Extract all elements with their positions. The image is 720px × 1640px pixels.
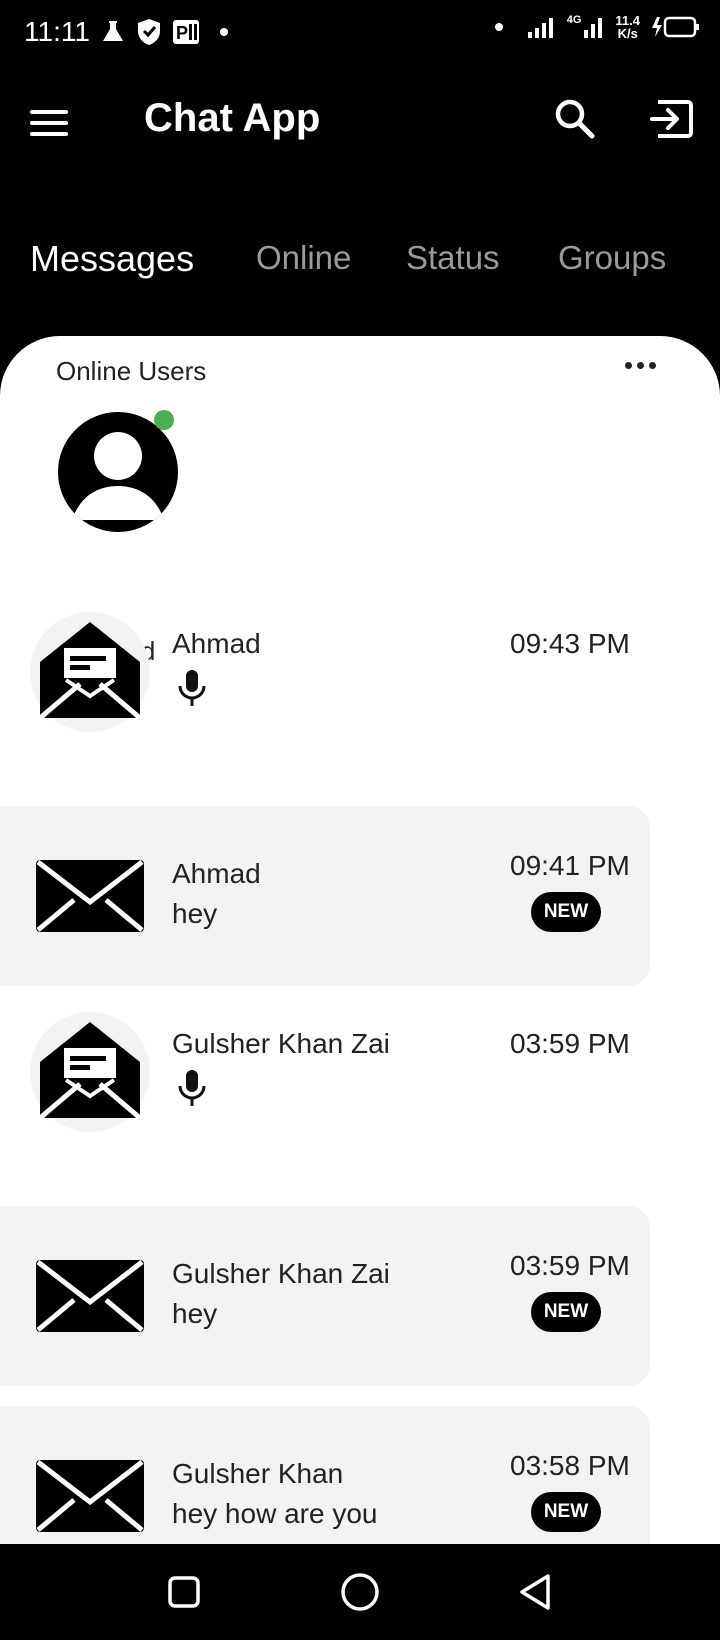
microphone-icon (178, 670, 206, 706)
more-options-button[interactable] (620, 350, 660, 380)
tab-messages[interactable]: Messages (30, 238, 194, 280)
chat-name: Ahmad (172, 858, 261, 889)
menu-button[interactable] (30, 98, 80, 148)
chat-avatar (30, 1012, 150, 1132)
online-user-item[interactable]: Ahmad (58, 410, 178, 666)
envelope-open-icon (38, 1022, 142, 1120)
chat-avatar (30, 1436, 150, 1544)
search-button[interactable] (552, 96, 598, 142)
chat-item[interactable]: Gulsher Khan Zai hey 03:59 PM NEW (0, 1206, 650, 1386)
chat-message: hey how are you (172, 1498, 378, 1529)
notification-dot-icon (220, 28, 228, 36)
parking-icon: P (173, 20, 199, 44)
online-status-dot (154, 410, 174, 430)
logout-button[interactable] (650, 96, 696, 142)
network-speed: 11.4 K/s (615, 13, 640, 41)
tab-bar: Messages Online Status Groups (0, 226, 720, 286)
home-button[interactable] (338, 1570, 382, 1614)
more-dot-icon (648, 361, 656, 369)
user-icon (72, 432, 164, 520)
chat-avatar (30, 1236, 150, 1356)
menu-icon-bar (30, 132, 68, 136)
menu-icon-bar (30, 110, 68, 114)
status-bar: 11:11 P 4G 11.4 K/s (0, 0, 720, 66)
lab-flask-icon (103, 21, 123, 41)
avatar (58, 412, 178, 532)
status-left-icons: P (100, 18, 228, 46)
new-badge: NEW (531, 1492, 601, 1532)
envelope-closed-icon (36, 1260, 144, 1332)
chat-time: 03:58 PM (510, 1450, 630, 1481)
online-users-header: Online Users (56, 356, 207, 386)
app-bar: Chat App (0, 66, 720, 176)
signal-icon (527, 18, 553, 38)
logout-icon (650, 100, 693, 138)
tab-groups[interactable]: Groups (558, 239, 666, 277)
back-button[interactable] (514, 1570, 558, 1614)
system-nav-bar (0, 1544, 720, 1640)
network-type-label: 4G (567, 14, 606, 40)
new-badge: NEW (531, 892, 601, 932)
chat-time: 09:43 PM (510, 628, 630, 659)
shield-icon (138, 19, 160, 45)
tab-status[interactable]: Status (406, 239, 500, 277)
more-dot-icon (624, 361, 632, 369)
chat-time: 09:41 PM (510, 850, 630, 881)
chat-name: Gulsher Khan (172, 1458, 344, 1489)
microphone-icon (178, 1070, 206, 1106)
svg-text:P: P (176, 23, 188, 43)
chat-item[interactable]: Ahmad 09:43 PM (0, 612, 650, 792)
chat-item[interactable]: Ahmad hey 09:41 PM NEW (0, 806, 650, 986)
new-badge: NEW (531, 1292, 601, 1332)
app-title: Chat App (144, 96, 321, 140)
chat-avatar (30, 836, 150, 956)
chat-message: hey (172, 1298, 218, 1329)
menu-icon-bar (30, 121, 68, 125)
recent-apps-button[interactable] (162, 1570, 206, 1614)
status-time: 11:11 (24, 16, 90, 47)
chat-avatar (30, 612, 150, 732)
chat-time: 03:59 PM (510, 1028, 630, 1059)
battery-charging-icon (652, 16, 699, 38)
envelope-closed-icon (36, 860, 144, 932)
circle-icon (341, 1573, 379, 1611)
chat-name: Gulsher Khan Zai (172, 1028, 390, 1059)
search-icon (555, 99, 595, 139)
chat-item[interactable]: Gulsher Khan hey how are you 03:58 PM NE… (0, 1406, 650, 1544)
dot-icon (494, 23, 503, 31)
triangle-back-icon (520, 1574, 550, 1610)
square-icon (168, 1576, 200, 1608)
envelope-closed-icon (36, 1460, 144, 1532)
status-right-icons: 4G 11.4 K/s (494, 13, 700, 41)
chat-item[interactable]: Gulsher Khan Zai 03:59 PM (0, 1012, 650, 1192)
chat-message: hey (172, 898, 218, 929)
content-sheet: Online Users Ahmad Ahmad (0, 336, 720, 1544)
tab-online[interactable]: Online (256, 239, 351, 277)
signal-4g-icon (584, 18, 603, 38)
chat-time: 03:59 PM (510, 1250, 630, 1281)
chat-name: Ahmad (172, 628, 261, 659)
chat-name: Gulsher Khan Zai (172, 1258, 390, 1289)
envelope-open-icon (38, 622, 142, 720)
more-dot-icon (636, 361, 644, 369)
